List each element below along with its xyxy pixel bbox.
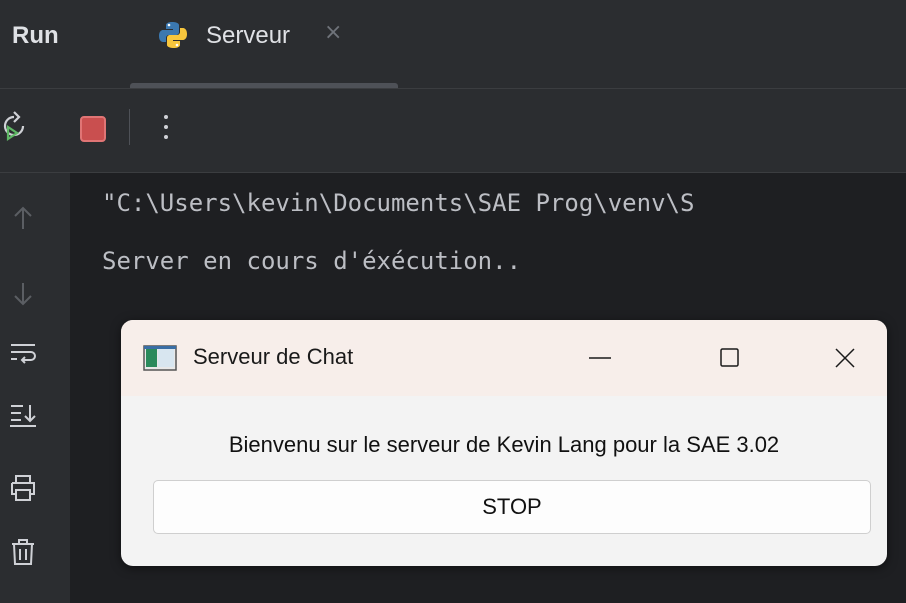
chat-server-window: Serveur de Chat Bienvenu sur le serveur …	[121, 320, 887, 566]
run-label: Run	[12, 22, 59, 49]
close-icon[interactable]	[815, 338, 875, 378]
maximize-icon[interactable]	[699, 338, 759, 378]
console-line: Server en cours d'éxécution..	[102, 247, 522, 275]
run-toolbar	[0, 89, 906, 173]
rerun-icon[interactable]	[0, 107, 30, 147]
scroll-to-end-icon[interactable]	[8, 399, 38, 429]
active-tab-indicator	[130, 83, 398, 88]
app-window-icon	[143, 345, 177, 371]
tab-serveur[interactable]: Serveur ×	[130, 0, 398, 88]
console-line: "C:\Users\kevin\Documents\SAE Prog\venv\…	[102, 189, 695, 217]
more-vertical-icon[interactable]	[156, 109, 176, 145]
window-title: Serveur de Chat	[193, 344, 354, 369]
stop-icon[interactable]	[80, 116, 106, 142]
window-titlebar[interactable]: Serveur de Chat	[121, 320, 887, 396]
console-gutter	[0, 173, 70, 603]
arrow-up-icon[interactable]	[8, 203, 38, 233]
print-icon[interactable]	[8, 473, 38, 503]
toolbar-separator	[129, 109, 130, 145]
run-tool-window-header: Run Serveur ×	[0, 0, 906, 89]
arrow-down-icon[interactable]	[8, 279, 38, 309]
tab-label: Serveur	[206, 22, 291, 49]
python-icon	[159, 22, 187, 48]
welcome-message: Bienvenu sur le serveur de Kevin Lang po…	[228, 432, 780, 457]
close-icon[interactable]: ×	[324, 20, 342, 45]
soft-wrap-icon[interactable]	[8, 337, 38, 367]
minimize-icon[interactable]	[569, 338, 629, 378]
trash-icon[interactable]	[8, 537, 38, 567]
stop-button[interactable]: STOP	[153, 480, 871, 534]
